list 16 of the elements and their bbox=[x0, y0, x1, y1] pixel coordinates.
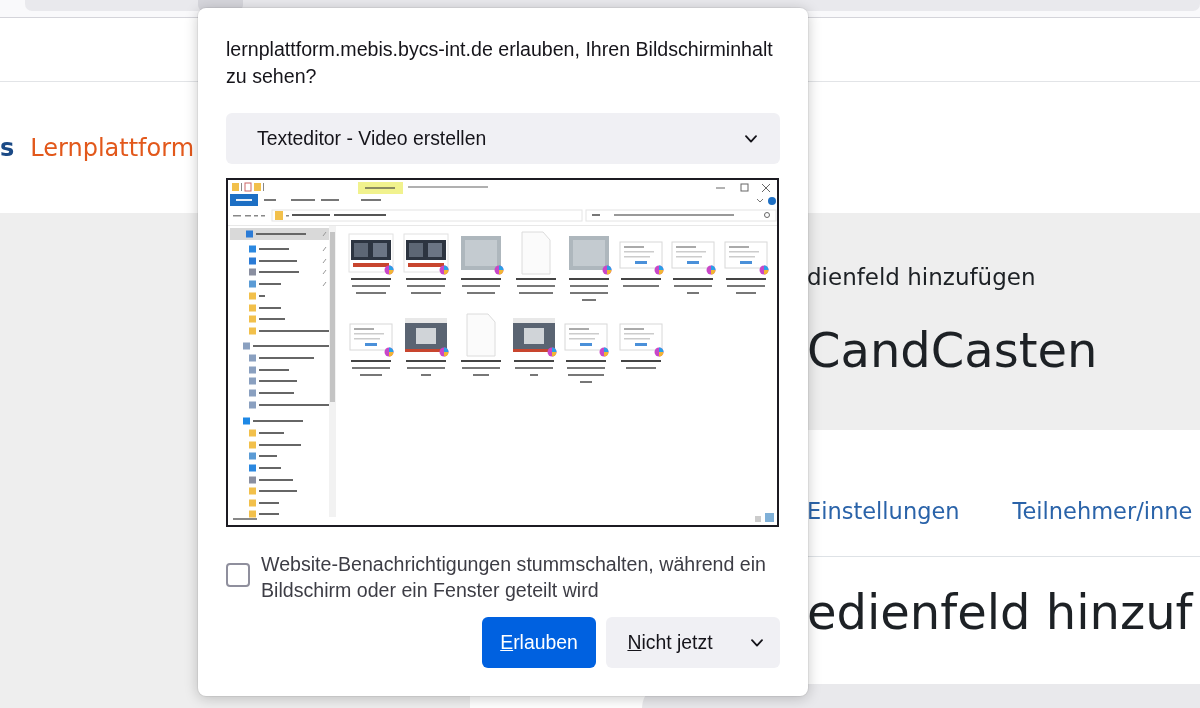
logo-text: s bbox=[0, 133, 15, 162]
dialog-message: lernplattform.mebis.bycs-int.de erlauben, Ihren Bildschirminhalt zu sehen? bbox=[226, 37, 774, 89]
nav-tab[interactable]: Einstellungen bbox=[807, 498, 960, 525]
mute-checkbox[interactable] bbox=[226, 563, 250, 587]
source-select[interactable]: Texteditor - Video erstellen bbox=[226, 113, 780, 164]
allow-button[interactable]: Erlauben bbox=[482, 617, 596, 668]
breadcrumb-text: dienfeld hinzufügen bbox=[807, 264, 1036, 291]
dropdown-button[interactable] bbox=[734, 617, 780, 668]
page-heading: edienfeld hinzuf bbox=[807, 583, 1193, 641]
not-now-button[interactable]: Nicht jetzt bbox=[606, 617, 734, 668]
chevron-down-icon bbox=[745, 134, 757, 143]
chevron-down-icon bbox=[751, 638, 763, 647]
nav-tab[interactable]: Teilnehmer/inne bbox=[1012, 498, 1193, 525]
checkbox-label: Website-Benachrichtigungen stummschalten, während ein Bildschirm oder ein Fenster geteilt wird bbox=[261, 552, 767, 603]
site-name[interactable]: Lernplattform bbox=[30, 133, 195, 162]
course-title: CandCasten bbox=[807, 321, 1098, 379]
